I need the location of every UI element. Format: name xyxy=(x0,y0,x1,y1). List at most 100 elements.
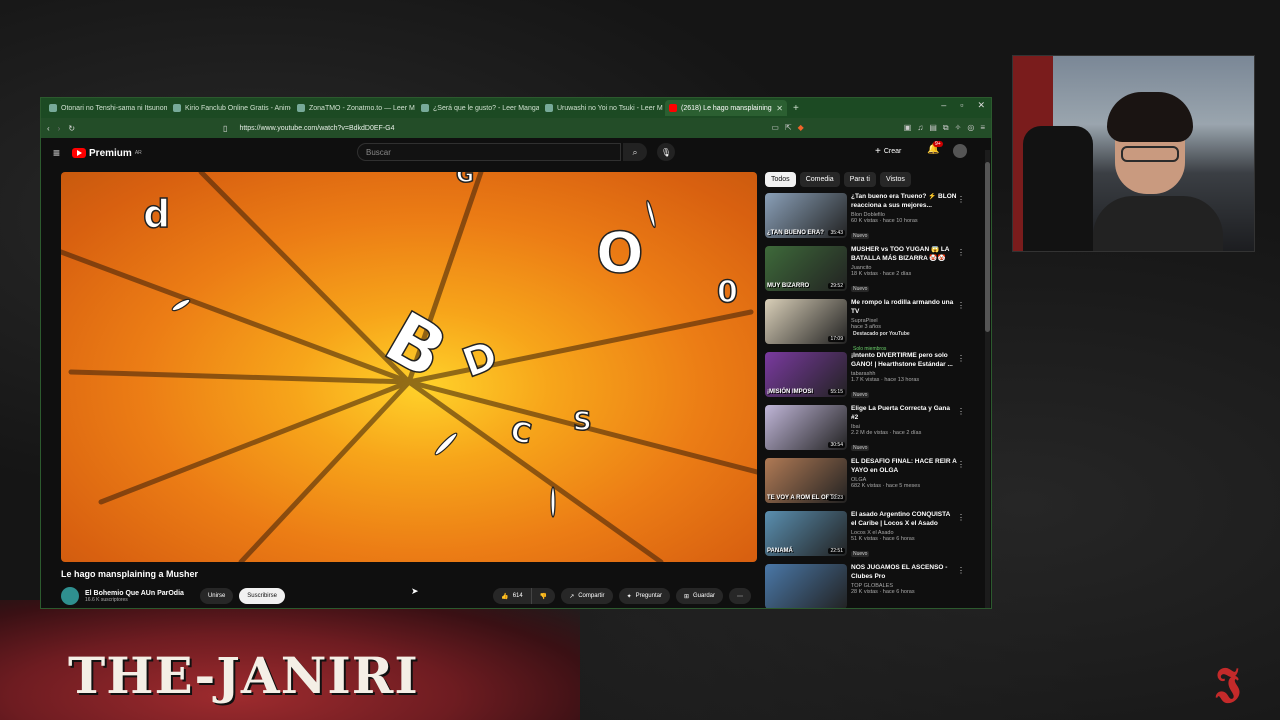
url-field[interactable]: https://www.youtube.com/watch?v=BdkdD0EF… xyxy=(235,121,763,135)
media-icon[interactable]: ♫ xyxy=(917,123,923,133)
hamburger-icon[interactable]: ≡ xyxy=(53,146,60,160)
close-window-icon[interactable]: ✕ xyxy=(977,100,985,111)
recommendation-item[interactable]: PANAMÁ 22:51 El asado Argentino CONQUISTA … xyxy=(765,511,965,564)
dislike-button[interactable]: 👎 xyxy=(530,588,556,604)
close-tab-icon[interactable]: ✕ xyxy=(776,104,783,113)
svg-text:D: D xyxy=(457,332,504,387)
maximize-icon[interactable]: ▫ xyxy=(960,100,963,111)
streamer xyxy=(1093,92,1223,251)
recommendation-info: Elige La Puerta Correcta y Gana #2 Ibai 2.… xyxy=(851,405,957,458)
video-thumbnail[interactable]: 17:09 xyxy=(765,299,847,344)
menu-icon[interactable]: ≡ xyxy=(980,123,985,133)
browser-tab[interactable]: ZonaTMO - Zonatmo.to — Leer Manga xyxy=(293,100,415,116)
video-thumbnail[interactable]: PANAMÁ 22:51 xyxy=(765,511,847,556)
video-thumbnail[interactable]: 30:54 xyxy=(765,405,847,450)
sidebar-icon[interactable]: ▣ xyxy=(904,123,912,133)
youtube-logo[interactable]: Premium AR xyxy=(72,148,142,159)
video-thumbnail[interactable]: ¡MISIÓN IMPOSI 55:15 xyxy=(765,352,847,397)
back-icon[interactable]: ‹ xyxy=(47,124,50,133)
more-options-icon[interactable]: ⋮ xyxy=(957,301,965,310)
scrollbar[interactable] xyxy=(985,150,990,608)
recommendation-meta: 682 K vistas · hace 5 meses xyxy=(851,483,921,489)
video-title: Le hago mansplaining a Musher xyxy=(61,569,199,579)
minimize-icon[interactable]: – xyxy=(941,100,946,111)
channel-name[interactable]: El Bohemio Que AUn ParOdia xyxy=(85,590,184,597)
browser-window: Otonari no Tenshi-sama ni Itsunom Kirio F… xyxy=(40,97,992,609)
browser-tab[interactable]: Otonari no Tenshi-sama ni Itsunom xyxy=(45,100,167,116)
recommendation-item[interactable]: ¿TAN BUENO ERA? 35:43 ¿Tan bueno era Truen… xyxy=(765,193,965,246)
like-button[interactable]: 👍 614 xyxy=(493,588,531,604)
new-tab-icon[interactable]: + xyxy=(793,103,799,114)
save-button[interactable]: ⊞ Guardar xyxy=(675,588,723,604)
share-button[interactable]: ↗ Compartir xyxy=(561,588,613,604)
chip-3[interactable]: Vistos xyxy=(879,172,911,187)
search-icon[interactable]: ⌕ xyxy=(623,143,647,161)
notifications-bell-icon[interactable]: 🔔 9+ xyxy=(927,141,943,155)
browser-tab[interactable]: Uruwashi no Yoi no Tsuki - Leer Man xyxy=(541,100,663,116)
video-player[interactable]: B O D C S d 0 G xyxy=(61,172,757,562)
chip-1[interactable]: Comedia xyxy=(799,172,840,187)
video-thumbnail[interactable] xyxy=(765,564,847,608)
more-options-icon[interactable]: ⋮ xyxy=(957,566,965,575)
stream-brand-text: THE-JANIRI xyxy=(68,646,419,705)
recommendation-info: Me rompo la rodilla armando una TV SupraP… xyxy=(851,299,957,352)
extensions-icon[interactable]: ⧉ xyxy=(943,123,949,133)
reader-icon[interactable]: ▤ xyxy=(929,123,937,133)
stream-logo-icon: 𝕵 xyxy=(1215,659,1241,706)
more-options-icon[interactable]: ⋮ xyxy=(957,460,965,469)
chip-2[interactable]: Para ti xyxy=(843,172,876,187)
create-button[interactable]: + Crear xyxy=(875,146,901,157)
subscribe-button[interactable]: Suscribirse xyxy=(239,588,285,604)
install-icon[interactable]: ▭ xyxy=(771,123,779,133)
more-options-icon[interactable]: ⋮ xyxy=(957,195,965,204)
more-icon: ⋯ xyxy=(737,593,743,600)
more-options-icon[interactable]: ⋮ xyxy=(957,248,965,257)
share-icon: ↗ xyxy=(569,593,575,600)
leo-icon[interactable]: ✧ xyxy=(955,123,962,133)
share-page-icon[interactable]: ⇱ xyxy=(785,123,792,133)
video-thumbnail[interactable]: ¿TAN BUENO ERA? 35:43 xyxy=(765,193,847,238)
video-thumbnail[interactable]: TE VOY A ROM EL ORTO 10:23 xyxy=(765,458,847,503)
reload-icon[interactable]: ↻ xyxy=(68,124,75,133)
svg-text:0: 0 xyxy=(717,275,738,310)
forward-icon[interactable]: › xyxy=(58,124,61,133)
mic-icon[interactable]: 🎙 xyxy=(657,143,675,161)
recommendation-title: El asado Argentino CONQUISTA el Caribe |… xyxy=(851,511,951,527)
channel-avatar[interactable] xyxy=(61,587,79,605)
browser-tab[interactable]: ¿Será que le gusto? - Leer Manga G xyxy=(417,100,539,116)
recommendation-meta: 51 K vistas · hace 6 horas xyxy=(851,536,915,542)
bookmark-icon[interactable]: ▯ xyxy=(223,124,227,133)
search-input[interactable]: Buscar xyxy=(357,143,621,161)
tab-label: Otonari no Tenshi-sama ni Itsunom xyxy=(61,104,167,112)
more-options-icon[interactable]: ⋮ xyxy=(957,407,965,416)
status-badge: Nuevo xyxy=(851,286,870,292)
address-bar: ‹ › ↻ ▯ https://www.youtube.com/watch?v=… xyxy=(41,118,991,138)
account-avatar[interactable] xyxy=(953,144,967,158)
ask-button[interactable]: ✦ Preguntar xyxy=(618,588,670,604)
recommendation-item[interactable]: MUY BIZARRO 29:52 MUSHER vs TOO YUGAN 😱 LA… xyxy=(765,246,965,299)
mouse-cursor-icon: ➤ xyxy=(411,586,419,596)
browser-tab[interactable]: (2618) Le hago mansplaining ✕ xyxy=(665,100,787,116)
tab-bar: Otonari no Tenshi-sama ni Itsunom Kirio F… xyxy=(41,98,991,118)
recommendation-item[interactable]: 17:09 Me rompo la rodilla armando una TV S… xyxy=(765,299,965,352)
status-badge: Nuevo xyxy=(851,233,870,239)
chip-0[interactable]: Todos xyxy=(765,172,796,187)
recommendation-item[interactable]: TE VOY A ROM EL ORTO 10:23 EL DESAFÍO FINA… xyxy=(765,458,965,511)
recommendation-item[interactable]: 30:54 Elige La Puerta Correcta y Gana #2 I… xyxy=(765,405,965,458)
thumbs-up-icon: 👍 xyxy=(501,593,509,600)
browser-tab[interactable]: Kirio Fanclub Online Gratis - AnimeF xyxy=(169,100,291,116)
more-actions-button[interactable]: ⋯ xyxy=(729,588,751,604)
more-options-icon[interactable]: ⋮ xyxy=(957,354,965,363)
svg-text:S: S xyxy=(573,407,592,437)
brave-shield-icon[interactable]: ◆ xyxy=(798,123,804,133)
recommendation-item[interactable]: ¡MISIÓN IMPOSI 55:15 ¡Intento DIVERTIRME p… xyxy=(765,352,965,405)
recommendation-item[interactable]: NOS JUGAMOS EL ASCENSO - Clubes Pro TOP G… xyxy=(765,564,965,608)
join-button[interactable]: Unirse xyxy=(199,588,234,604)
anime-favicon-icon xyxy=(173,104,181,112)
logo-text: Premium xyxy=(89,147,132,159)
wallet-icon[interactable]: ◎ xyxy=(967,123,974,133)
more-options-icon[interactable]: ⋮ xyxy=(957,513,965,522)
channel-info: El Bohemio Que AUn ParOdia 16.6 K suscri… xyxy=(85,590,184,603)
video-thumbnail[interactable]: MUY BIZARRO 29:52 xyxy=(765,246,847,291)
tab-label: Uruwashi no Yoi no Tsuki - Leer Man xyxy=(557,104,663,112)
